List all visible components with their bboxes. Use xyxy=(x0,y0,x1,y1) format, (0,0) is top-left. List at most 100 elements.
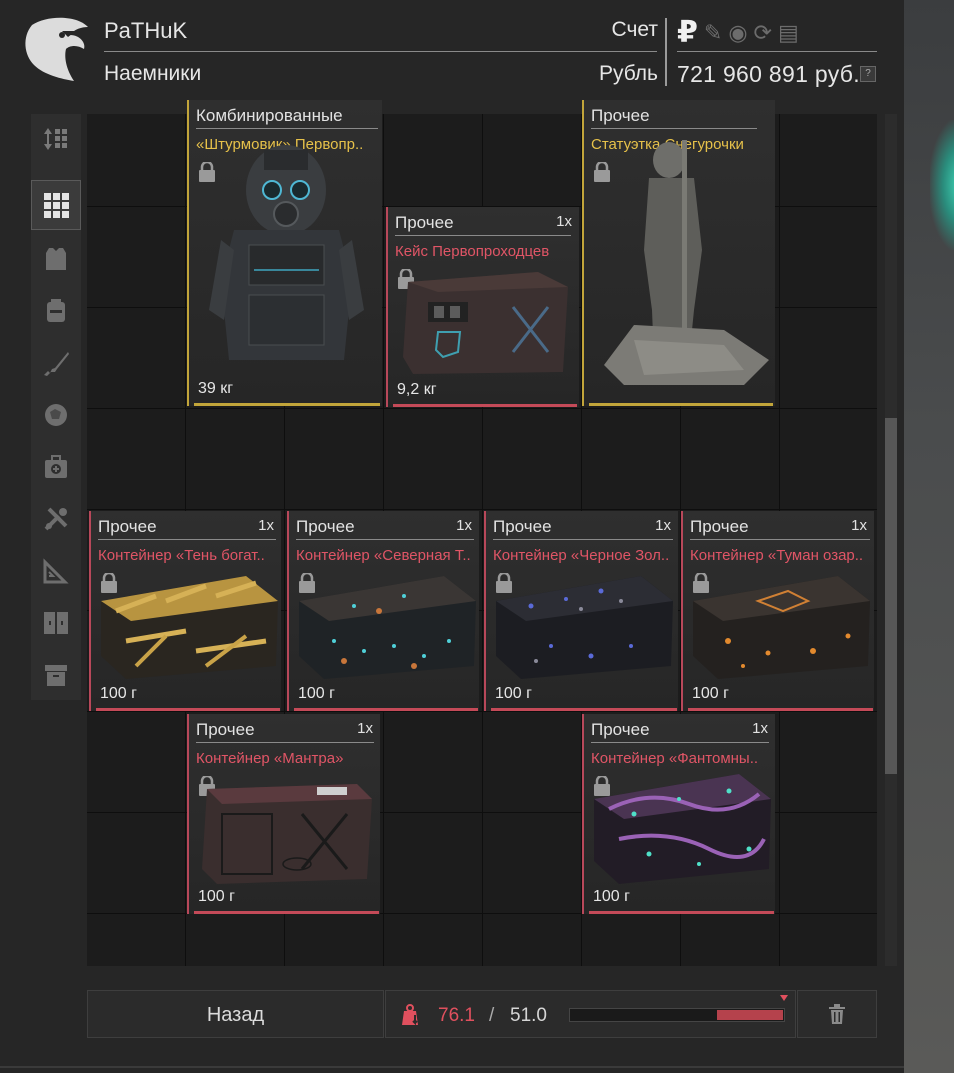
grid-scrollbar-thumb[interactable] xyxy=(885,418,897,774)
header-divider xyxy=(104,51,657,52)
tab-weapons[interactable] xyxy=(31,338,81,388)
weight-overload-icon xyxy=(402,1004,418,1026)
header-divider-right xyxy=(677,51,877,52)
player-name: PaTHuK xyxy=(104,18,188,43)
tab-measure[interactable] xyxy=(31,546,81,596)
item-divider xyxy=(690,539,870,540)
rarity-bar xyxy=(294,708,478,711)
case-image xyxy=(403,272,568,374)
item-category: Прочее xyxy=(591,720,650,739)
tab-backpack[interactable] xyxy=(31,286,81,336)
container-image xyxy=(202,784,372,884)
item-category: Прочее xyxy=(196,720,255,739)
account-label: Счет xyxy=(611,18,658,41)
ruler-icon xyxy=(43,558,69,584)
rarity-bar xyxy=(194,403,380,406)
item-category: Прочее xyxy=(296,517,355,536)
item-quantity: 1x xyxy=(258,517,274,534)
container-image xyxy=(299,576,476,679)
coin-icon[interactable]: ◉ xyxy=(728,17,747,49)
item-category: Прочее xyxy=(98,517,157,536)
tab-containers[interactable] xyxy=(31,598,81,648)
item-card-container-3[interactable]: Прочее 1x Контейнер «Черное Зол.. 100 г xyxy=(484,511,678,711)
item-quantity: 1x xyxy=(655,517,671,534)
item-card-armor[interactable]: Комбинированные «Штурмовик» Первопр.. 39… xyxy=(187,100,382,406)
box-icon xyxy=(45,665,67,686)
item-card-container-1[interactable]: Прочее 1x Контейнер «Тень богат.. 100 г xyxy=(89,511,281,711)
item-category: Комбинированные xyxy=(196,106,343,125)
item-weight: 39 кг xyxy=(198,380,234,397)
item-card-container-2[interactable]: Прочее 1x Контейнер «Северная Т.. 100 г xyxy=(287,511,479,711)
sort-button[interactable] xyxy=(31,114,81,164)
tab-armor[interactable] xyxy=(31,234,81,284)
item-divider xyxy=(395,235,571,236)
token-icon[interactable]: ⟳ xyxy=(754,17,772,49)
backpack-icon xyxy=(47,299,65,322)
medkit-icon xyxy=(45,455,67,478)
item-weight: 100 г xyxy=(593,888,630,905)
item-weight: 9,2 кг xyxy=(397,381,437,398)
bottom-divider xyxy=(0,1066,904,1068)
item-quantity: 1x xyxy=(752,720,768,737)
item-quantity: 1x xyxy=(357,720,373,737)
gp-icon[interactable]: ✎ xyxy=(704,17,722,49)
item-weight: 100 г xyxy=(198,888,235,905)
weight-current: 76.1 xyxy=(438,1005,475,1026)
item-name: Контейнер «Фантомны.. xyxy=(591,750,759,767)
rarity-bar xyxy=(589,403,773,406)
container-image xyxy=(496,576,673,679)
rarity-bar xyxy=(589,911,774,914)
tab-boxes[interactable] xyxy=(31,650,81,700)
rarity-bar xyxy=(491,708,677,711)
faction-name: Наемники xyxy=(104,62,202,85)
item-name: Кейс Первопроходцев xyxy=(395,243,550,260)
item-weight: 100 г xyxy=(298,685,335,702)
item-quantity: 1x xyxy=(456,517,472,534)
item-divider xyxy=(296,539,474,540)
item-category: Прочее xyxy=(690,517,749,536)
item-weight: 100 г xyxy=(495,685,532,702)
weight-indicator: 76.1 / 51.0 xyxy=(385,990,796,1038)
weight-limit-marker xyxy=(780,995,788,1001)
weight-separator: / xyxy=(489,1005,495,1026)
item-name: Контейнер «Черное Зол.. xyxy=(493,547,670,564)
header-separator xyxy=(665,18,667,86)
item-divider xyxy=(98,539,276,540)
card-icon[interactable]: ▤ xyxy=(778,17,799,49)
item-name: Контейнер «Тень богат.. xyxy=(98,547,265,564)
weight-max: 51.0 xyxy=(510,1005,547,1026)
back-button[interactable]: Назад xyxy=(87,990,384,1038)
tab-all-items[interactable] xyxy=(31,180,81,230)
item-card-statue[interactable]: Прочее Статуэтка Снегурочки xyxy=(582,100,775,406)
weight-bar-fill xyxy=(717,1010,783,1020)
item-name: Контейнер «Туман озар.. xyxy=(690,547,864,564)
item-name: Контейнер «Северная Т.. xyxy=(296,547,471,564)
item-quantity: 1x xyxy=(851,517,867,534)
help-icon[interactable]: ? xyxy=(860,66,876,82)
balance-value: 721 960 891 руб. xyxy=(677,61,860,87)
sort-icon xyxy=(44,128,67,150)
item-card-mantra[interactable]: Прочее 1x Контейнер «Мантра» 100 г xyxy=(187,714,380,914)
rarity-bar xyxy=(194,911,379,914)
item-category: Прочее xyxy=(591,106,650,125)
weapon-icon xyxy=(44,352,69,376)
item-divider xyxy=(196,742,374,743)
tab-tools[interactable] xyxy=(31,494,81,544)
tab-medical[interactable] xyxy=(31,442,81,492)
rarity-bar xyxy=(393,404,577,407)
currency-label: Рубль xyxy=(598,62,658,85)
item-card-phantom[interactable]: Прочее 1x Контейнер «Фантомны.. 100 г xyxy=(582,714,775,914)
category-sidebar xyxy=(31,114,81,700)
item-weight: 100 г xyxy=(692,685,729,702)
eagle-logo-icon xyxy=(25,17,88,81)
trash-button[interactable] xyxy=(797,990,877,1038)
item-card-case[interactable]: Прочее 1x Кейс Первопроходцев 9,2 кг xyxy=(386,207,579,407)
currency-switcher: ₽ ✎ ◉ ⟳ ▤ xyxy=(677,17,799,49)
tab-artifacts[interactable] xyxy=(31,390,81,440)
item-card-container-4[interactable]: Прочее 1x Контейнер «Туман озар.. 100 г xyxy=(681,511,874,711)
item-weight: 100 г xyxy=(100,685,137,702)
ruble-icon[interactable]: ₽ xyxy=(677,17,698,49)
rarity-bar xyxy=(688,708,873,711)
rarity-bar xyxy=(96,708,280,711)
item-quantity: 1x xyxy=(556,213,572,230)
